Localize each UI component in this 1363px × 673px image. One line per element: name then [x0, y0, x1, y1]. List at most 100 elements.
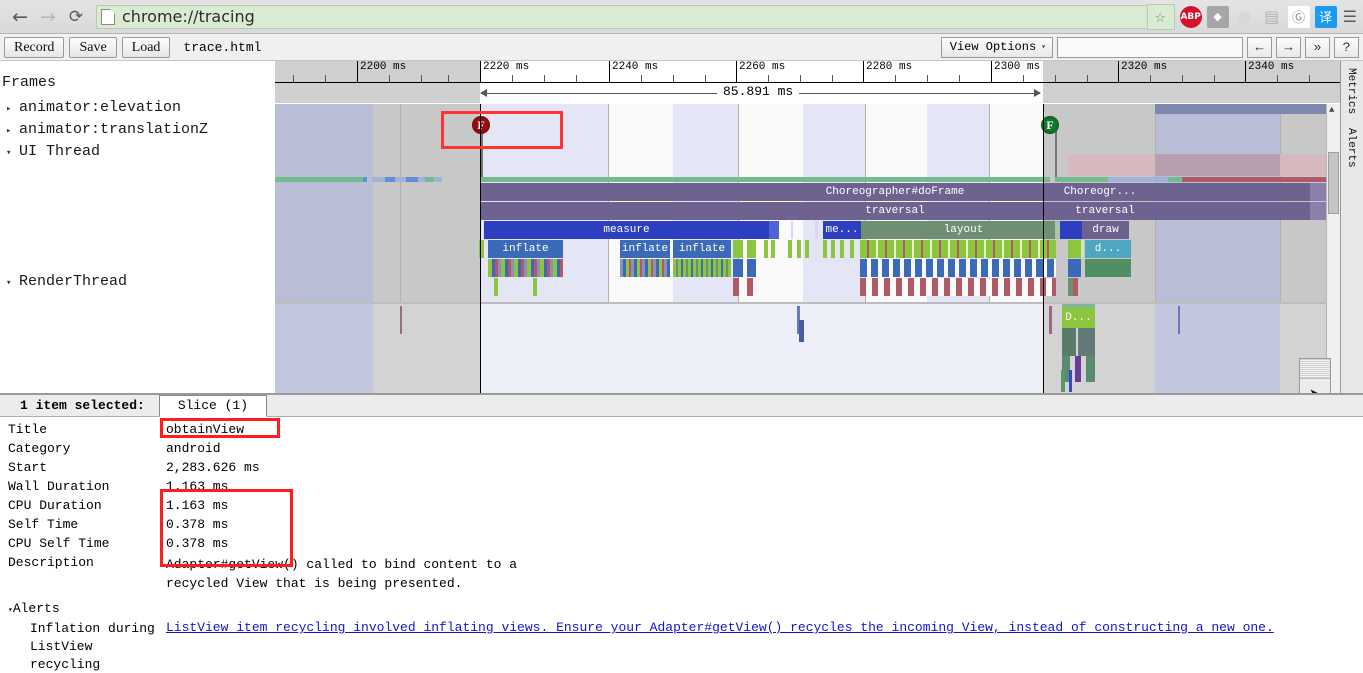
- measure-arrow-left-icon: [480, 89, 487, 97]
- property-value: android: [166, 441, 221, 456]
- trace-canvas[interactable]: F F Choreographer#doFrame Choreogr... tr…: [275, 104, 1340, 393]
- slice-renderthread-draw[interactable]: D...: [1062, 308, 1095, 328]
- selection-duration-label: 85.891 ms: [717, 84, 800, 99]
- chevron-down-icon: ▾: [1041, 43, 1046, 52]
- selection-measure-row: 85.891 ms: [275, 83, 1340, 103]
- address-bar[interactable]: chrome://tracing: [96, 4, 1148, 29]
- property-value: 2,283.626 ms: [166, 460, 260, 475]
- chevron-right-icon[interactable]: ▸: [6, 126, 19, 136]
- view-options-label: View Options: [949, 40, 1037, 54]
- forward-arrow-icon[interactable]: →: [34, 3, 62, 31]
- record-button[interactable]: Record: [4, 36, 65, 58]
- slice-label: inflate: [621, 243, 669, 255]
- track-row-renderthread[interactable]: ▾ RenderThread: [6, 273, 127, 290]
- detail-panel: 1 item selected: Slice (1) Title obtainV…: [0, 393, 1363, 673]
- alerts-section-header[interactable]: ▾Alerts: [8, 601, 1363, 616]
- slice-label: draw: [1092, 224, 1119, 236]
- translate-icon[interactable]: 译: [1314, 5, 1337, 28]
- chrome-menu-icon[interactable]: ☰: [1343, 7, 1357, 27]
- time-ruler[interactable]: 2200 ms 2220 ms 2240 ms 2260 ms 2280 ms …: [275, 61, 1340, 83]
- slice-label: traversal: [865, 205, 925, 217]
- slice-traversal[interactable]: traversal: [480, 202, 1310, 220]
- trace-vertical-scrollbar[interactable]: ▲: [1326, 104, 1340, 393]
- ruler-tick-label: 2220 ms: [483, 61, 530, 73]
- tool-palette: ➤ ✥ ⬍ |↔|: [1299, 358, 1331, 393]
- chevron-right-icon[interactable]: ▸: [6, 104, 19, 114]
- property-key: Title: [8, 422, 48, 437]
- select-tool-button[interactable]: ➤: [1300, 379, 1330, 393]
- slice-label: inflate: [678, 243, 726, 255]
- scrollbar-thumb[interactable]: [1328, 152, 1339, 214]
- slice-label: inflate: [502, 243, 549, 255]
- search-input[interactable]: [1057, 36, 1243, 58]
- slice-label: traversal: [1075, 205, 1135, 217]
- slice-inflate-3[interactable]: inflate: [673, 240, 731, 258]
- slice-traversal-2[interactable]: traversal: [1060, 202, 1150, 220]
- frame-marker-letter: F: [1046, 117, 1054, 132]
- toolbar-right-group: View Options ▾ ← → » ?: [940, 36, 1359, 58]
- slice-inflate-2[interactable]: inflate: [620, 240, 670, 258]
- ring-glyph: ●: [1237, 6, 1253, 27]
- slice-properties-table: Title obtainView Category android Start …: [0, 417, 1363, 673]
- tab-alerts[interactable]: Alerts: [1341, 121, 1361, 175]
- property-key: Description: [8, 555, 94, 570]
- track-row-animator-translationz[interactable]: ▸ animator:translationZ: [6, 121, 208, 138]
- alert-name-line-2: ListView recycling: [30, 639, 101, 672]
- address-bar-url: chrome://tracing: [122, 7, 255, 26]
- chevron-down-icon[interactable]: ▾: [6, 278, 19, 288]
- abp-icon[interactable]: ABP: [1179, 5, 1202, 28]
- slice-choreographer-doframe-2[interactable]: Choreogr...: [1055, 183, 1145, 201]
- ring-icon[interactable]: ●: [1234, 6, 1256, 28]
- detail-panel-header: 1 item selected: Slice (1): [0, 395, 1363, 417]
- cursor-arrow-icon: ➤: [1309, 385, 1322, 393]
- tab-metrics[interactable]: Metrics: [1341, 61, 1361, 121]
- back-arrow-icon[interactable]: ←: [6, 3, 34, 31]
- scroll-up-icon[interactable]: ▲: [1329, 105, 1334, 115]
- view-options-dropdown[interactable]: View Options ▾: [940, 36, 1053, 58]
- save-button[interactable]: Save: [69, 36, 117, 58]
- alert-name: Inflation during ListView recycling: [8, 620, 166, 673]
- slice-label: measure: [603, 224, 650, 236]
- reload-icon[interactable]: ⟳: [62, 3, 90, 31]
- annotation-box-title: [160, 418, 280, 438]
- tab-slice[interactable]: Slice (1): [158, 395, 268, 417]
- track-label: UI Thread: [19, 143, 101, 160]
- slice-label: Choreographer#doFrame: [825, 186, 965, 198]
- track-row-ui-thread[interactable]: ▾ UI Thread: [6, 143, 100, 160]
- track-label: animator:elevation: [19, 99, 182, 116]
- help-button[interactable]: ?: [1334, 36, 1359, 58]
- g-clock-glyph: Ⓖ: [1292, 11, 1306, 26]
- slice-measure[interactable]: measure: [484, 221, 769, 239]
- slice-layout[interactable]: layout: [861, 221, 1066, 239]
- property-key: Self Time: [8, 517, 79, 532]
- property-key: Start: [8, 460, 48, 475]
- g-clock-icon[interactable]: Ⓖ: [1287, 5, 1310, 28]
- browser-toolbar: ← → ⟳ chrome://tracing ☆ ABP ◆ ● ▤ Ⓖ 译 ☰: [0, 0, 1363, 34]
- track-label-column: Frames ▸ animator:elevation ▸ animator:tra…: [0, 61, 275, 393]
- slice-label: layout: [943, 224, 984, 236]
- search-prev-button[interactable]: ←: [1247, 36, 1272, 58]
- alert-description-link[interactable]: ListView item recycling involved inflati…: [166, 620, 1274, 673]
- menu-glyph: ☰: [1342, 8, 1357, 27]
- ruler-tick-label: 2200 ms: [360, 61, 407, 73]
- slice-label: Choreogr...: [1063, 186, 1137, 198]
- panel-icon[interactable]: ▤: [1261, 6, 1283, 28]
- search-next-button[interactable]: →: [1276, 36, 1301, 58]
- property-row-start: Start 2,283.626 ms: [8, 460, 1363, 479]
- slice-measure-short[interactable]: me...: [823, 221, 861, 239]
- page-document-icon: [101, 8, 115, 25]
- chevron-down-icon[interactable]: ▾: [6, 148, 19, 158]
- track-row-animator-elevation[interactable]: ▸ animator:elevation: [6, 99, 181, 116]
- bookmark-star-icon[interactable]: ☆: [1146, 3, 1175, 30]
- trace-filename-label: trace.html: [183, 39, 262, 55]
- slice-choreographer-doframe[interactable]: Choreographer#doFrame: [480, 183, 1310, 201]
- slice-draw-child[interactable]: d...: [1085, 240, 1131, 258]
- slice-inflate-1[interactable]: inflate: [488, 240, 563, 258]
- ruler-tick-label: 2340 ms: [1248, 61, 1295, 73]
- slice-draw[interactable]: draw: [1082, 221, 1129, 239]
- diamond-icon[interactable]: ◆: [1206, 5, 1229, 28]
- palette-grip-handle[interactable]: [1300, 359, 1330, 379]
- overflow-button[interactable]: »: [1305, 36, 1330, 58]
- load-button[interactable]: Load: [121, 36, 171, 58]
- slice-label: D...: [1065, 312, 1092, 324]
